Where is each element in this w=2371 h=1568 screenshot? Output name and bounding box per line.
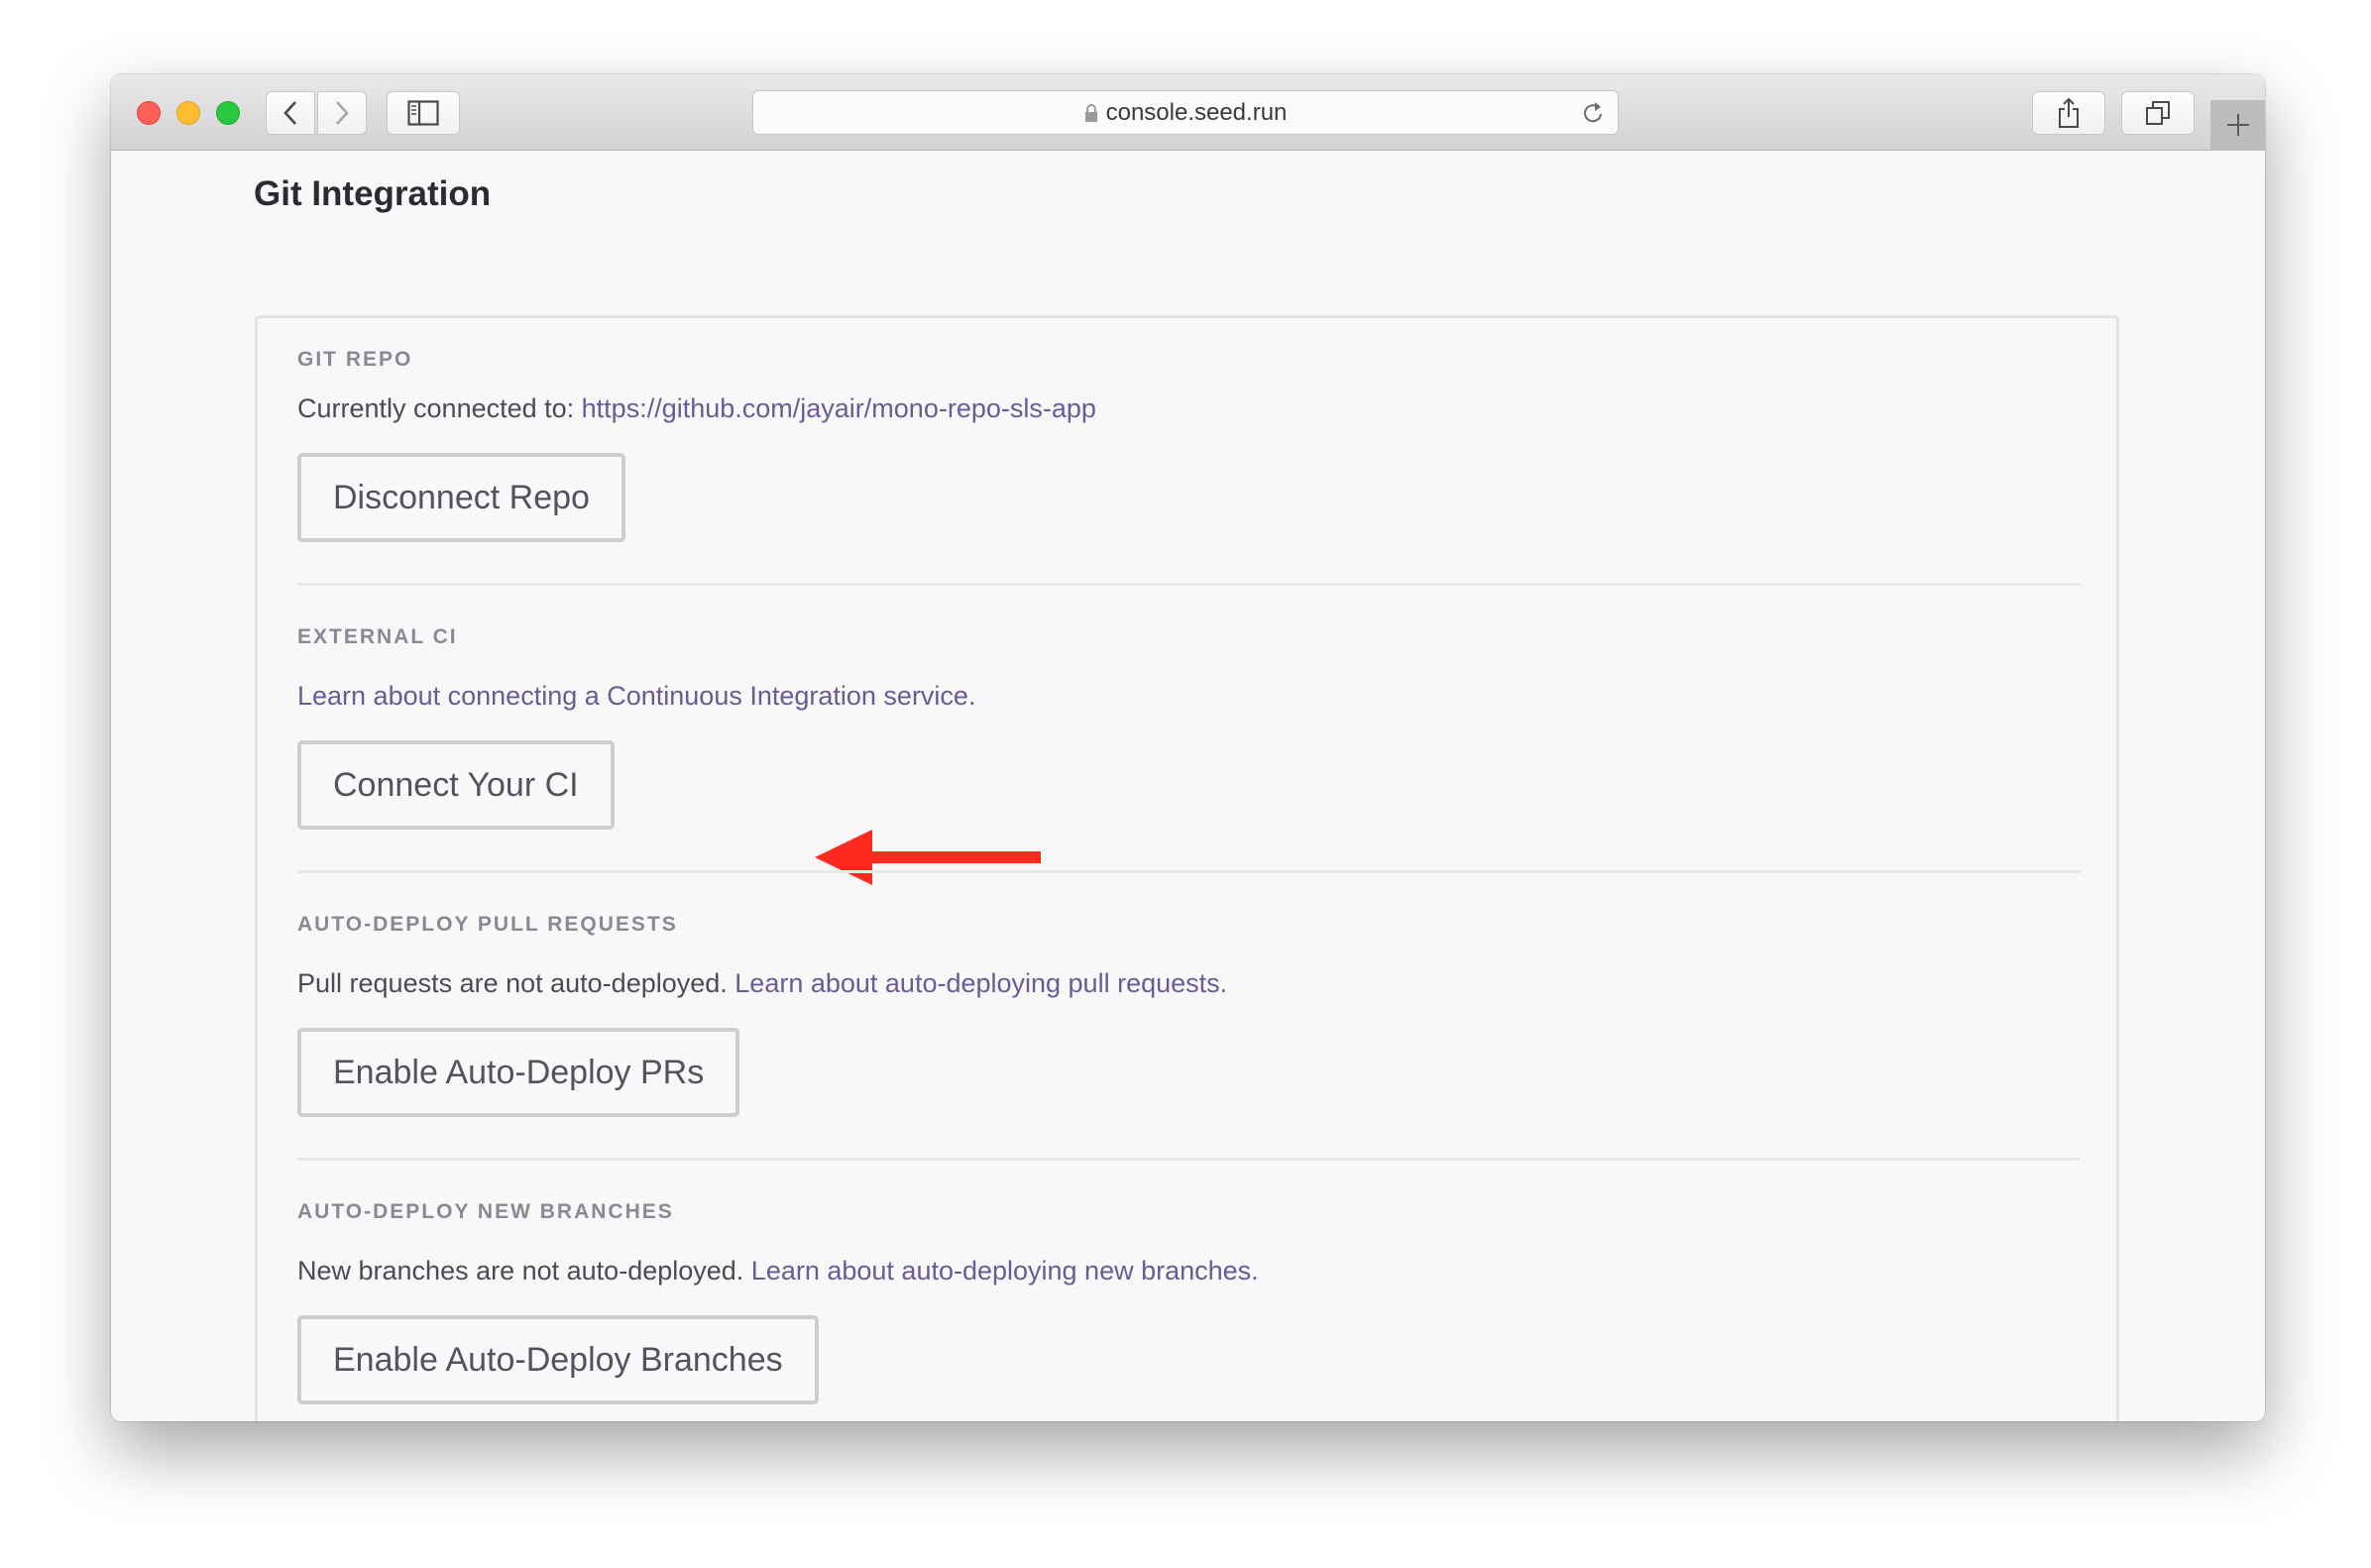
browser-toolbar: console.seed.run — [111, 74, 2265, 151]
repo-link[interactable]: https://github.com/jayair/mono-repo-sls-… — [582, 393, 1096, 423]
address-bar[interactable]: console.seed.run — [752, 90, 1619, 135]
new-tab-button[interactable] — [2210, 100, 2265, 150]
chevron-left-icon — [283, 101, 296, 125]
enable-auto-deploy-prs-button[interactable]: Enable Auto-Deploy PRs — [297, 1028, 740, 1117]
description-text: Pull requests are not auto-deployed. — [297, 968, 735, 998]
git-repo-section: GIT REPO Currently connected to: https:/… — [297, 348, 1096, 542]
section-divider — [297, 583, 2081, 586]
share-button[interactable] — [2032, 91, 2105, 135]
enable-auto-deploy-branches-button[interactable]: Enable Auto-Deploy Branches — [297, 1315, 819, 1404]
fullscreen-window-button[interactable] — [216, 101, 240, 125]
sidebar-icon — [407, 100, 439, 126]
section-description: Pull requests are not auto-deployed. Lea… — [297, 968, 1227, 999]
back-button[interactable] — [266, 91, 315, 135]
forward-button[interactable] — [317, 91, 367, 135]
section-description: New branches are not auto-deployed. Lear… — [297, 1256, 1259, 1287]
section-divider — [297, 870, 2081, 873]
learn-branches-link[interactable]: Learn about auto-deploying new branches. — [751, 1256, 1259, 1286]
section-label: AUTO-DEPLOY NEW BRANCHES — [297, 1200, 674, 1223]
auto-deploy-branches-section: AUTO-DEPLOY NEW BRANCHES New branches ar… — [297, 1200, 1259, 1404]
description-text: Currently connected to: — [297, 393, 582, 423]
section-label: AUTO-DEPLOY PULL REQUESTS — [297, 913, 678, 936]
git-integration-card: GIT REPO Currently connected to: https:/… — [255, 315, 2119, 1421]
external-ci-section: EXTERNAL CI Learn about connecting a Con… — [297, 625, 975, 830]
annotation-arrow-icon — [815, 830, 1041, 885]
section-label: EXTERNAL CI — [297, 625, 458, 648]
section-description: Currently connected to: https://github.c… — [297, 393, 1096, 424]
minimize-window-button[interactable] — [176, 101, 200, 125]
page-title: Git Integration — [254, 174, 492, 213]
close-window-button[interactable] — [137, 101, 161, 125]
section-description: Learn about connecting a Continuous Inte… — [297, 681, 975, 712]
learn-prs-link[interactable]: Learn about auto-deploying pull requests… — [734, 968, 1227, 998]
plus-icon — [2226, 114, 2249, 136]
sidebar-toggle-button[interactable] — [387, 91, 460, 135]
browser-window: console.seed.run Git Integration GIT REP… — [111, 74, 2265, 1421]
page-content: Git Integration GIT REPO Currently conne… — [111, 151, 2265, 1421]
reload-icon[interactable] — [1582, 100, 1604, 126]
tabs-icon — [2146, 101, 2170, 125]
auto-deploy-prs-section: AUTO-DEPLOY PULL REQUESTS Pull requests … — [297, 913, 1227, 1117]
section-label: GIT REPO — [297, 348, 413, 371]
description-text: New branches are not auto-deployed. — [297, 1256, 751, 1286]
lock-icon — [1084, 103, 1097, 122]
section-divider — [297, 1158, 2081, 1161]
show-tabs-button[interactable] — [2121, 91, 2195, 135]
connect-ci-button[interactable]: Connect Your CI — [297, 740, 615, 830]
url-text: console.seed.run — [1105, 98, 1288, 126]
share-icon — [2059, 97, 2079, 128]
chevron-right-icon — [336, 101, 349, 125]
disconnect-repo-button[interactable]: Disconnect Repo — [297, 453, 625, 542]
learn-ci-link[interactable]: Learn about connecting a Continuous Inte… — [297, 681, 975, 711]
